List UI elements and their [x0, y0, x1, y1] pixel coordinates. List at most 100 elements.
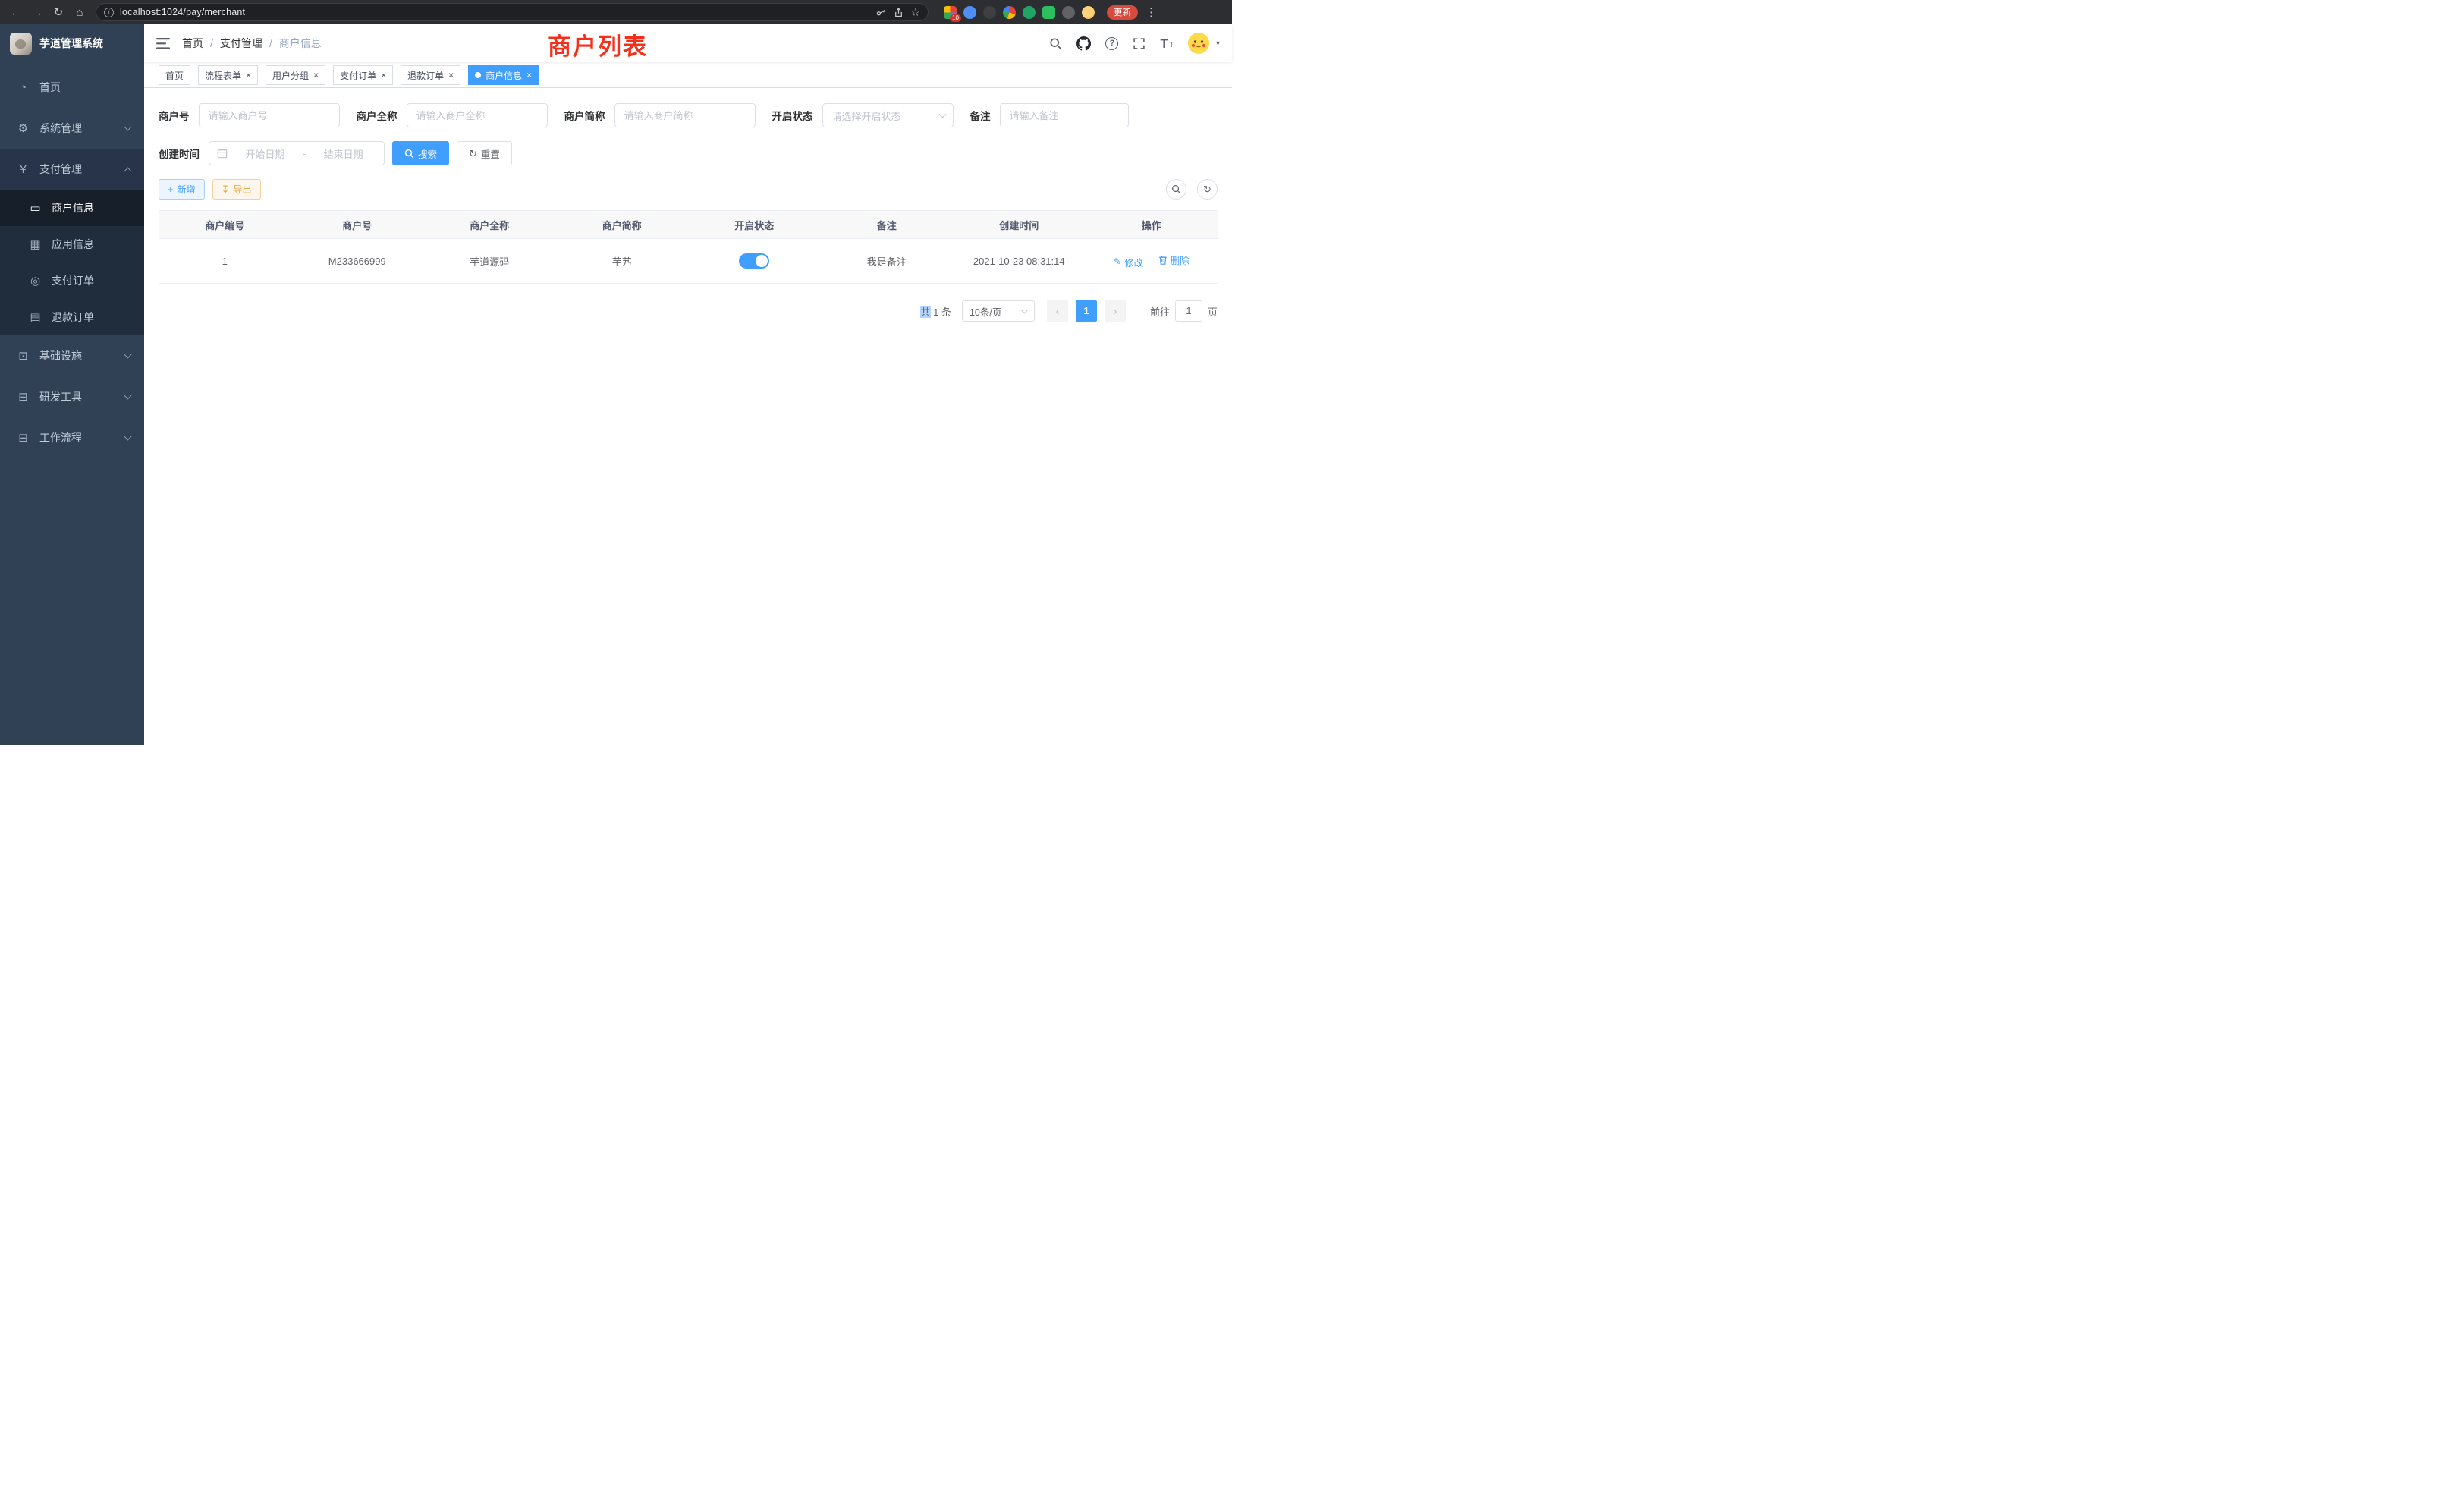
merchant-no-input[interactable] [199, 103, 340, 127]
sidebar-group-payment: ¥ 支付管理 ▭ 商户信息 ▦ 应用信息 ◎ 支付订单 ▤ [0, 149, 144, 335]
breadcrumb-home[interactable]: 首页 [182, 36, 203, 51]
chevron-down-icon [1021, 306, 1029, 313]
sidebar-item-pay-orders[interactable]: ◎ 支付订单 [0, 262, 144, 299]
avatar-caret-icon[interactable]: ▾ [1216, 39, 1220, 48]
close-icon[interactable]: × [381, 71, 386, 80]
next-page-button[interactable]: › [1105, 300, 1126, 322]
sidebar-item-workflow[interactable]: ⊟ 工作流程 [0, 417, 144, 458]
search-icon[interactable] [1049, 37, 1062, 50]
browser-back-icon[interactable]: ← [8, 4, 24, 20]
sidebar-item-infrastructure[interactable]: ⊡ 基础设施 [0, 335, 144, 376]
sidebar-item-label: 支付管理 [39, 162, 115, 177]
sidebar-item-payment[interactable]: ¥ 支付管理 [0, 149, 144, 190]
trash-icon [1158, 255, 1168, 265]
page-size-select[interactable]: 10条/页 [962, 300, 1035, 322]
extension-puzzle-icon[interactable]: 10 [944, 6, 957, 19]
browser-profile-avatar[interactable] [1082, 6, 1095, 19]
goto-unit: 页 [1208, 304, 1218, 319]
tab-user-group[interactable]: 用户分组 × [266, 65, 325, 85]
close-icon[interactable]: × [313, 71, 319, 80]
goto-page: 前往 页 [1150, 300, 1218, 322]
sidebar-item-app-info[interactable]: ▦ 应用信息 [0, 226, 144, 262]
start-date-placeholder: 开始日期 [232, 146, 298, 161]
add-button[interactable]: + 新增 [159, 179, 205, 200]
user-avatar[interactable] [1188, 33, 1209, 54]
tab-home[interactable]: 首页 [159, 65, 190, 85]
remark-input[interactable] [1000, 103, 1129, 127]
chevron-down-icon [124, 432, 132, 440]
sidebar-item-devtools[interactable]: ⊟ 研发工具 [0, 376, 144, 417]
create-time-label: 创建时间 [159, 146, 209, 161]
browser-update-button[interactable]: 更新 [1107, 5, 1138, 20]
page-1-button[interactable]: 1 [1076, 300, 1097, 322]
breadcrumb-payment[interactable]: 支付管理 [220, 36, 262, 51]
gear-icon: ⚙ [17, 121, 30, 135]
browser-menu-icon[interactable]: ⋮ [1146, 5, 1157, 19]
create-time-range-input[interactable]: 开始日期 - 结束日期 [209, 141, 385, 165]
chevron-down-icon [124, 350, 132, 358]
extension-green-check-icon[interactable] [1023, 6, 1036, 19]
page-content: 商户号 商户全称 商户简称 开启状态 请选择开启状态 [144, 88, 1232, 745]
tab-pay-orders[interactable]: 支付订单 × [333, 65, 393, 85]
password-key-icon[interactable] [875, 7, 887, 18]
merchant-shortname-input[interactable] [614, 103, 756, 127]
logo-row[interactable]: 芋道管理系统 [0, 24, 144, 62]
col-create-time: 创建时间 [953, 211, 1086, 239]
close-icon[interactable]: × [246, 71, 251, 80]
font-size-icon[interactable]: TT [1160, 37, 1174, 50]
delete-button[interactable]: 删除 [1158, 253, 1190, 267]
toggle-search-button[interactable] [1166, 179, 1186, 200]
fullscreen-icon[interactable] [1133, 37, 1146, 50]
address-bar[interactable]: i localhost:1024/pay/merchant ☆ [96, 3, 929, 21]
box-icon: ⊟ [17, 431, 30, 445]
close-icon[interactable]: × [448, 71, 454, 80]
cell-create-time: 2021-10-23 08:31:14 [953, 239, 1086, 284]
tab-merchant-info[interactable]: 商户信息 × [468, 65, 539, 85]
merchant-table: 商户编号 商户号 商户全称 商户简称 开启状态 备注 创建时间 操作 1 M23… [159, 210, 1218, 284]
chevron-up-icon [124, 167, 132, 174]
tab-process-form[interactable]: 流程表单 × [198, 65, 258, 85]
goto-page-input[interactable] [1175, 300, 1202, 322]
browser-reload-icon[interactable]: ↻ [50, 4, 67, 20]
date-separator: - [303, 148, 306, 159]
search-icon [404, 149, 414, 159]
sidebar-item-home[interactable]: ◔ 首页 [0, 67, 144, 108]
reset-button[interactable]: ↻ 重置 [457, 141, 512, 165]
edit-button[interactable]: ✎ 修改 [1114, 255, 1143, 269]
goto-label: 前往 [1150, 304, 1170, 319]
prev-page-button[interactable]: ‹ [1047, 300, 1068, 322]
sidebar-item-label: 应用信息 [52, 237, 144, 252]
share-icon[interactable] [893, 7, 904, 18]
refresh-table-button[interactable]: ↻ [1197, 179, 1218, 200]
status-select-placeholder: 请选择开启状态 [832, 108, 901, 123]
browser-home-icon[interactable]: ⌂ [71, 4, 88, 20]
sidebar-item-label: 首页 [39, 80, 130, 95]
extension-drop-icon[interactable] [963, 6, 976, 19]
merchant-fullname-input[interactable] [407, 103, 548, 127]
help-icon[interactable]: ? [1105, 37, 1118, 50]
extension-gray-puzzle-icon[interactable] [1062, 6, 1075, 19]
status-select[interactable]: 请选择开启状态 [822, 103, 954, 127]
extension-green-square-icon[interactable] [1042, 6, 1055, 19]
browser-forward-icon[interactable]: → [29, 4, 46, 20]
yen-icon: ¥ [17, 163, 30, 176]
status-label: 开启状态 [772, 108, 822, 123]
sidebar-item-merchant-info[interactable]: ▭ 商户信息 [0, 190, 144, 226]
site-info-icon[interactable]: i [104, 8, 114, 17]
breadcrumb: 首页 / 支付管理 / 商户信息 [182, 36, 322, 51]
export-button[interactable]: ↧ 导出 [212, 179, 261, 200]
navbar-actions: ? TT ▾ [1049, 33, 1220, 54]
browser-chrome: ← → ↻ ⌂ i localhost:1024/pay/merchant ☆ … [0, 0, 1232, 24]
extension-color-icon[interactable] [1003, 6, 1016, 19]
github-icon[interactable] [1076, 36, 1091, 51]
status-toggle[interactable] [739, 253, 769, 269]
hamburger-icon[interactable] [156, 38, 170, 49]
bookmark-star-icon[interactable]: ☆ [910, 6, 920, 19]
toolbar-right: ↻ [1166, 179, 1218, 200]
extension-dark-icon[interactable] [983, 6, 996, 19]
search-button[interactable]: 搜索 [392, 141, 449, 165]
sidebar-item-system[interactable]: ⚙ 系统管理 [0, 108, 144, 149]
sidebar-item-refund-orders[interactable]: ▤ 退款订单 [0, 299, 144, 335]
close-icon[interactable]: × [526, 71, 532, 80]
tab-refund-orders[interactable]: 退款订单 × [401, 65, 460, 85]
